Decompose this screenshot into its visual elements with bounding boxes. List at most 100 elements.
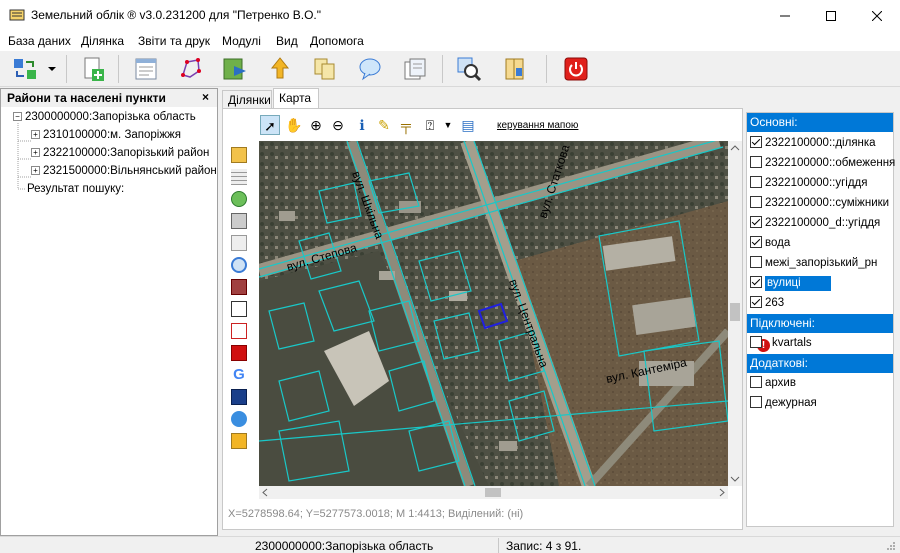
layers-extra-header: Додаткові: (747, 354, 893, 373)
search-zoom-icon[interactable] (456, 56, 482, 82)
toolbar-separator (118, 55, 119, 83)
map-toolbar: ➚ ✋ ⊕ ⊖ ℹ ✎ ╤ ⍰ ▼ ▤ керування мапою (260, 113, 740, 137)
map-coordinates-readout: X=5278598.64; Y=5277573.0018; M 1:4413; … (228, 508, 524, 520)
globe-icon[interactable] (231, 191, 247, 207)
tab-map[interactable]: Карта (273, 88, 319, 109)
tree-item-label: 2300000000:Запорізька область (25, 111, 196, 123)
maximize-button[interactable] (808, 0, 854, 31)
earth-icon[interactable] (231, 411, 247, 427)
tree-item-label: Результат пошуку: (27, 183, 125, 195)
pan-hand-icon[interactable]: ✋ (284, 115, 304, 135)
close-panel-button[interactable]: × (202, 90, 209, 104)
google-icon[interactable]: G (231, 367, 247, 383)
layer-checkbox[interactable] (750, 236, 762, 248)
layer-item[interactable]: 2322100000_d::угіддя (750, 214, 892, 233)
layer-item[interactable]: 2322100000::обмеження (750, 154, 895, 173)
layer-item[interactable]: 263 (750, 294, 892, 313)
menu-modules[interactable]: Модулі (222, 34, 261, 48)
map-export-icon[interactable] (222, 56, 248, 82)
layer-item[interactable]: дежурная (750, 394, 892, 413)
ruler-icon[interactable]: ╤ (396, 115, 416, 135)
window-title: Земельний облік ® v3.0.231200 для "Петре… (31, 8, 322, 22)
menu-help[interactable]: Допомога (310, 34, 364, 48)
menu-reports[interactable]: Звіти та друк (138, 34, 210, 48)
menu-bar: База даних Ділянка Звіти та друк Модулі … (0, 31, 900, 51)
layer-checkbox[interactable] (750, 336, 762, 348)
layer-checkbox[interactable] (750, 196, 762, 208)
select-area-icon[interactable] (231, 323, 247, 339)
map-imagery: вул. Степова вул. Статкова вул. Шкільна … (259, 141, 728, 486)
layer-item[interactable]: межі_запорізький_рн (750, 254, 892, 273)
chat-icon[interactable] (357, 56, 383, 82)
pointer-icon[interactable]: ➚ (260, 115, 280, 135)
sync-icon[interactable] (12, 56, 38, 82)
scroll-arrows (730, 145, 740, 482)
cadastre-icon[interactable] (231, 389, 247, 405)
layer-checkbox[interactable] (750, 396, 762, 408)
menu-database[interactable]: База даних (8, 34, 71, 48)
properties-icon[interactable]: ▤ (458, 115, 478, 135)
layer-item[interactable]: 2322100000::суміжники (750, 194, 892, 213)
map-control-link[interactable]: керування мапою (497, 120, 578, 131)
open-folder-icon[interactable] (231, 147, 247, 163)
menu-parcel[interactable]: Ділянка (81, 34, 124, 48)
dropdown-arrow-icon[interactable] (46, 56, 58, 82)
layer-checkbox[interactable] (750, 296, 762, 308)
tree-item-district[interactable]: +2322100000:Запорізький район (31, 147, 209, 159)
layer-item[interactable]: ! kvartals (750, 334, 892, 353)
copy-icon[interactable] (312, 56, 338, 82)
status-record: Запис: 4 з 91. (506, 539, 582, 553)
layers-export-icon[interactable] (231, 433, 247, 449)
tree-item-label: 2310100000:м. Запоріжжя (43, 129, 181, 141)
print-icon[interactable] (231, 213, 247, 229)
find-icon[interactable] (231, 257, 247, 273)
add-parcel-icon[interactable] (80, 56, 106, 82)
query-icon[interactable]: ⍰ (420, 115, 440, 135)
toolbar-separator (546, 55, 547, 83)
layer-item[interactable]: архив (750, 374, 892, 393)
info-icon[interactable]: ℹ (352, 115, 372, 135)
map-vertical-scrollbar[interactable] (728, 141, 742, 486)
stop-icon[interactable] (231, 345, 247, 361)
layer-checkbox[interactable] (750, 176, 762, 188)
map-canvas[interactable]: вул. Степова вул. Статкова вул. Шкільна … (259, 141, 728, 486)
archive-icon[interactable] (502, 56, 528, 82)
tree-item-district[interactable]: +2321500000:Вільнянський район (31, 165, 217, 177)
zoom-out-icon[interactable]: ⊖ (328, 115, 348, 135)
measure-icon[interactable]: ✎ (374, 115, 394, 135)
tab-parcels[interactable]: Ділянки (222, 90, 272, 108)
document-icon[interactable] (133, 56, 159, 82)
maximize-icon (826, 10, 836, 21)
power-icon[interactable] (563, 56, 589, 82)
forms-icon[interactable] (402, 56, 428, 82)
title-bar: Земельний облік ® v3.0.231200 для "Петре… (0, 0, 900, 31)
layer-item[interactable]: 2322100000::ділянка (750, 134, 892, 153)
layer-item[interactable]: вода (750, 234, 892, 253)
resize-grip-icon[interactable] (886, 541, 896, 551)
layer-checkbox[interactable] (750, 256, 762, 268)
tree-item-city[interactable]: +2310100000:м. Запоріжжя (31, 129, 181, 141)
status-region: 2300000000:Запорізька область (255, 539, 434, 553)
layer-item-selected[interactable]: вулиці (750, 274, 892, 293)
tree-item-label: 2321500000:Вільнянський район (43, 165, 217, 177)
layer-item[interactable]: 2322100000::угіддя (750, 174, 892, 193)
layer-checkbox[interactable] (750, 136, 762, 148)
print-preview-icon[interactable] (231, 235, 247, 251)
dropdown-arrow-icon[interactable]: ▼ (438, 115, 458, 135)
layer-checkbox[interactable] (750, 216, 762, 228)
tree-item-search-result[interactable]: Результат пошуку: (27, 183, 124, 195)
close-window-button[interactable] (854, 0, 900, 31)
menu-view[interactable]: Вид (276, 34, 298, 48)
minimize-button[interactable] (762, 0, 808, 31)
layer-checkbox[interactable] (750, 276, 762, 288)
image-icon[interactable] (231, 279, 247, 295)
add-object-icon[interactable] (231, 301, 247, 317)
polygon-icon[interactable] (178, 56, 204, 82)
close-icon (872, 10, 882, 21)
upload-icon[interactable] (267, 56, 293, 82)
map-horizontal-scrollbar[interactable] (259, 486, 728, 499)
layer-checkbox[interactable] (750, 156, 762, 168)
layer-checkbox[interactable] (750, 376, 762, 388)
zoom-in-icon[interactable]: ⊕ (306, 115, 326, 135)
table-icon[interactable] (231, 169, 247, 185)
